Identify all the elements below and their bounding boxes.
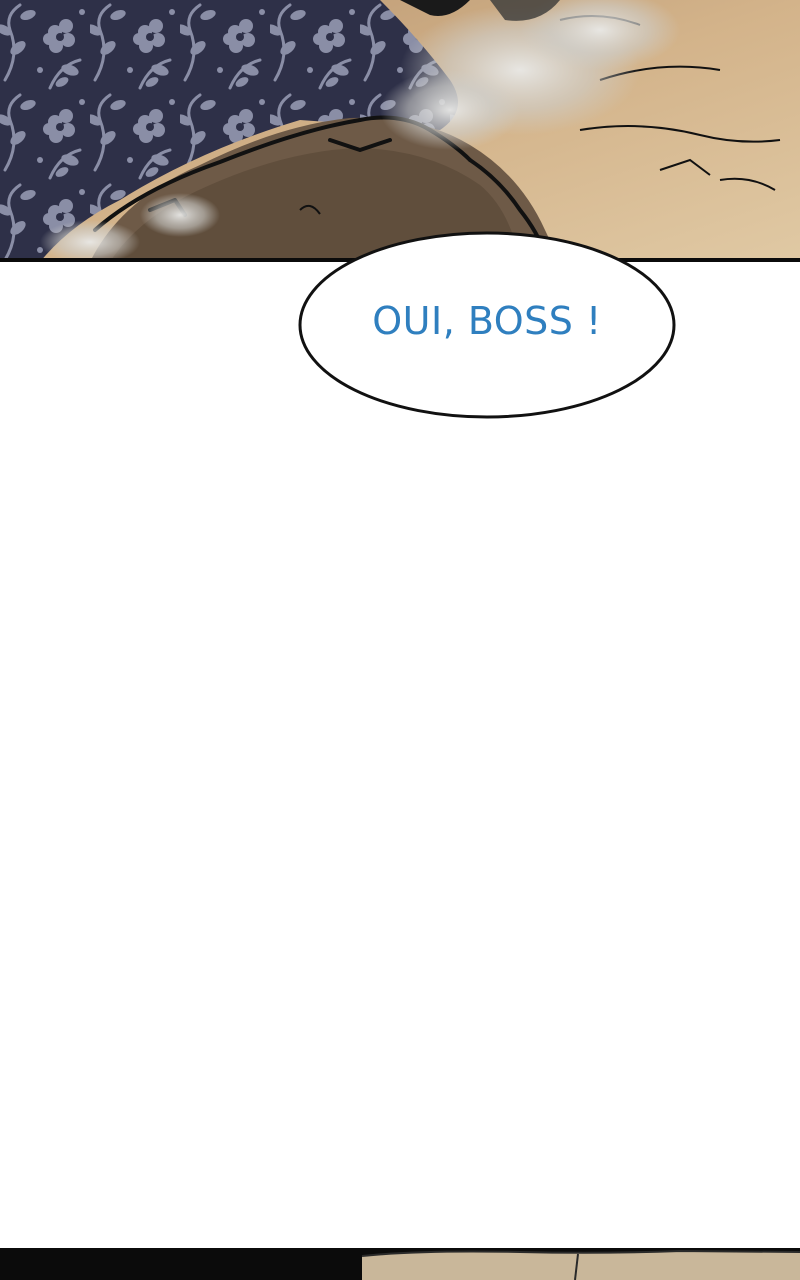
speech-bubble-text: OUI, BOSS ! [372,299,602,343]
speech-bubble: OUI, BOSS ! [297,230,677,422]
panel-artwork [0,0,800,262]
top-comic-panel [0,0,800,262]
bottom-panel-artwork [0,1248,800,1280]
bottom-comic-panel [0,1248,800,1280]
